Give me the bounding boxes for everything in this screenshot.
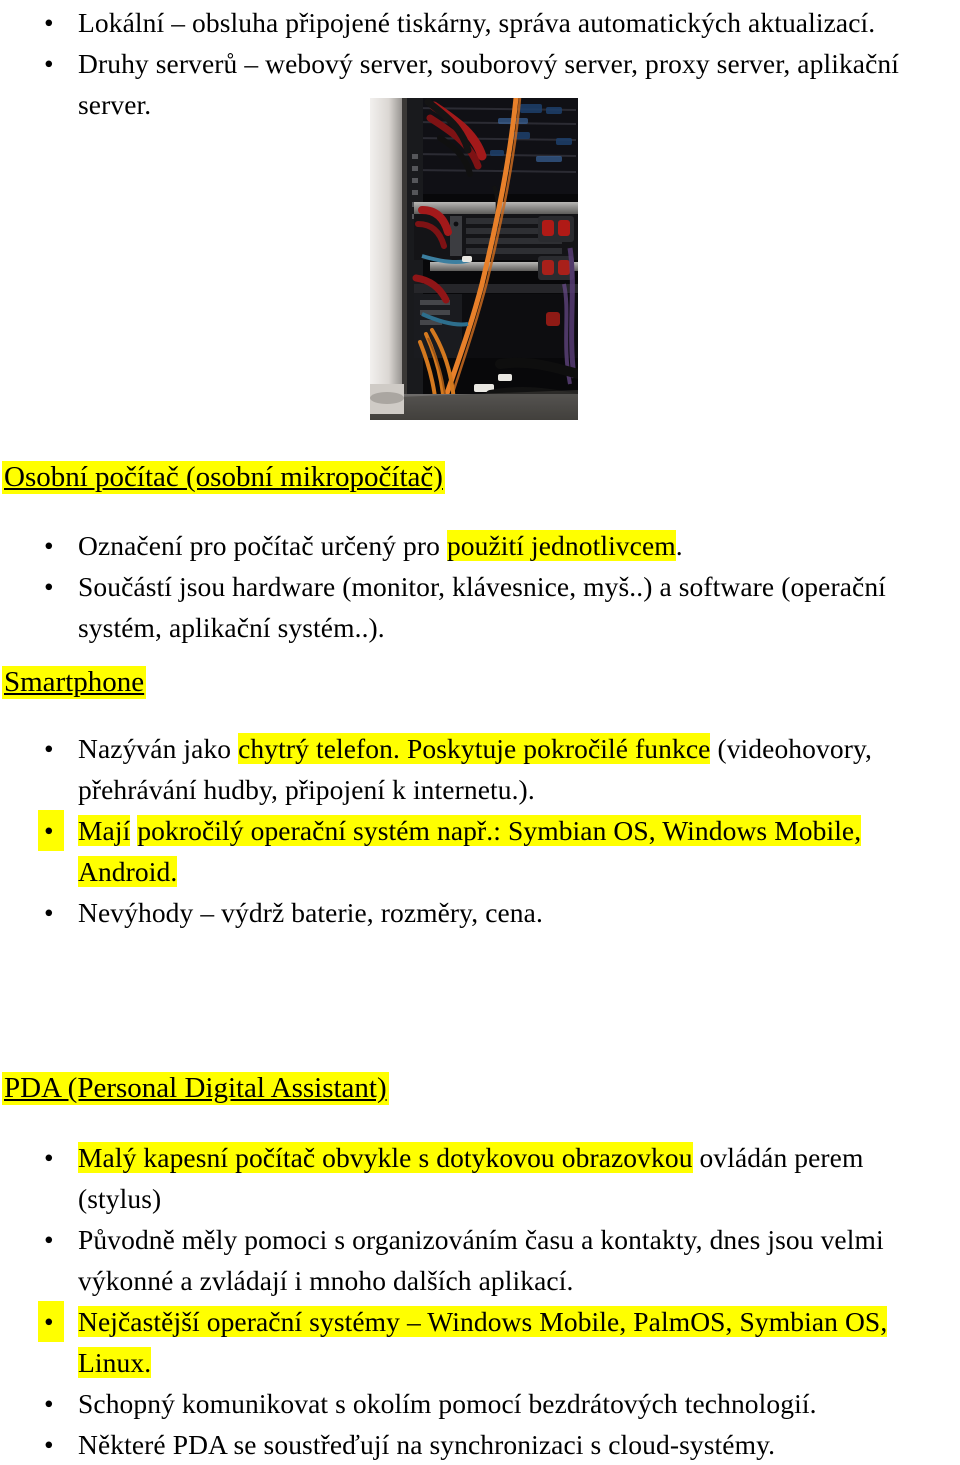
slide-page: • Lokální – obsluha připojené tiskárny, …: [0, 0, 960, 1460]
heading-pda: PDA (Personal Digital Assistant): [2, 1068, 602, 1108]
list-item: • Nevýhody – výdrž baterie, rozměry, cen…: [0, 892, 960, 933]
list-item-text: Součástí jsou hardware (monitor, klávesn…: [78, 571, 886, 602]
bullet-icon: •: [44, 897, 54, 928]
list-item-text-continuation: server.: [78, 89, 152, 120]
heading-text: PDA (Personal Digital Assistant): [2, 1072, 389, 1105]
personal-computer-bullet-list: • Označení pro počítač určený pro použit…: [0, 525, 960, 648]
list-item-text-continuation: Android.: [78, 856, 178, 887]
list-item-text: Lokální – obsluha připojené tiskárny, sp…: [78, 7, 876, 38]
highlighted-run: Malý kapesní počítač obvykle s dotykovou…: [78, 1142, 693, 1173]
list-item: • Nazýván jako chytrý telefon. Poskytuje…: [0, 728, 960, 810]
list-item: • Schopný komunikovat s okolím pomocí be…: [0, 1383, 960, 1424]
list-item: • Lokální – obsluha připojené tiskárny, …: [0, 2, 960, 43]
list-item-text: Nazýván jako chytrý telefon. Poskytuje p…: [78, 733, 872, 764]
list-item: • Původně měly pomoci s organizováním ča…: [0, 1219, 960, 1301]
list-item-text: Nejčastější operační systémy – Windows M…: [78, 1306, 888, 1337]
bullet-icon: •: [38, 1301, 64, 1342]
highlighted-run: pokročilý operační systém např.: Symbian…: [137, 815, 862, 846]
bullet-icon: •: [44, 530, 54, 561]
list-item-text: Označení pro počítač určený pro použití …: [78, 530, 683, 561]
list-item-text: Některé PDA se soustřeďují na synchroniz…: [78, 1429, 776, 1460]
list-item: • Některé PDA se soustřeďují na synchron…: [0, 1424, 960, 1465]
list-item-text-continuation: výkonné a zvládají i mnoho dalších aplik…: [78, 1265, 574, 1296]
bullet-icon: •: [44, 1224, 54, 1255]
list-item-text-continuation: přehrávání hudby, připojení k internetu.…: [78, 774, 535, 805]
list-item-text: Malý kapesní počítač obvykle s dotykovou…: [78, 1142, 864, 1173]
list-item: • Mají pokročilý operační systém např.: …: [0, 810, 960, 892]
pda-bullet-list: • Malý kapesní počítač obvykle s dotykov…: [0, 1137, 960, 1465]
list-item: • Součástí jsou hardware (monitor, kláve…: [0, 566, 960, 648]
highlighted-run: chytrý telefon. Poskytuje pokročilé funk…: [238, 733, 711, 764]
list-item: • Označení pro počítač určený pro použit…: [0, 525, 960, 566]
list-item-text-continuation: Linux.: [78, 1347, 152, 1378]
heading-smartphone: Smartphone: [2, 662, 402, 702]
list-item-text: Druhy serverů – webový server, souborový…: [78, 48, 900, 79]
list-item-text: Mají pokročilý operační systém např.: Sy…: [78, 815, 862, 846]
bullet-icon: •: [44, 48, 54, 79]
heading-personal-computer: Osobní počítač (osobní mikropočítač): [2, 457, 702, 497]
list-item-text: Nevýhody – výdrž baterie, rozměry, cena.: [78, 897, 543, 928]
list-item-text-continuation: (stylus): [78, 1183, 162, 1214]
list-item-text: Původně měly pomoci s organizováním času…: [78, 1224, 884, 1255]
bullet-icon: •: [44, 1388, 54, 1419]
bullet-icon: •: [44, 733, 54, 764]
smartphone-bullet-list: • Nazýván jako chytrý telefon. Poskytuje…: [0, 728, 960, 933]
heading-text: Osobní počítač (osobní mikropočítač): [2, 461, 445, 494]
bullet-icon: •: [38, 810, 64, 851]
list-item-text: Schopný komunikovat s okolím pomocí bezd…: [78, 1388, 817, 1419]
bullet-icon: •: [44, 1429, 54, 1460]
bullet-icon: •: [44, 1142, 54, 1173]
highlighted-run: použití jednotlivcem: [446, 530, 676, 561]
bullet-icon: •: [44, 7, 54, 38]
highlighted-run: Mají: [78, 815, 131, 846]
bullet-icon: •: [44, 571, 54, 602]
list-item: • Malý kapesní počítač obvykle s dotykov…: [0, 1137, 960, 1219]
list-item: • Nejčastější operační systémy – Windows…: [0, 1301, 960, 1383]
server-rack-photo: [370, 98, 578, 420]
highlighted-run: Nejčastější operační systémy – Windows M…: [78, 1306, 888, 1337]
list-item-text-continuation: systém, aplikační systém..).: [78, 612, 385, 643]
heading-text: Smartphone: [2, 666, 147, 699]
